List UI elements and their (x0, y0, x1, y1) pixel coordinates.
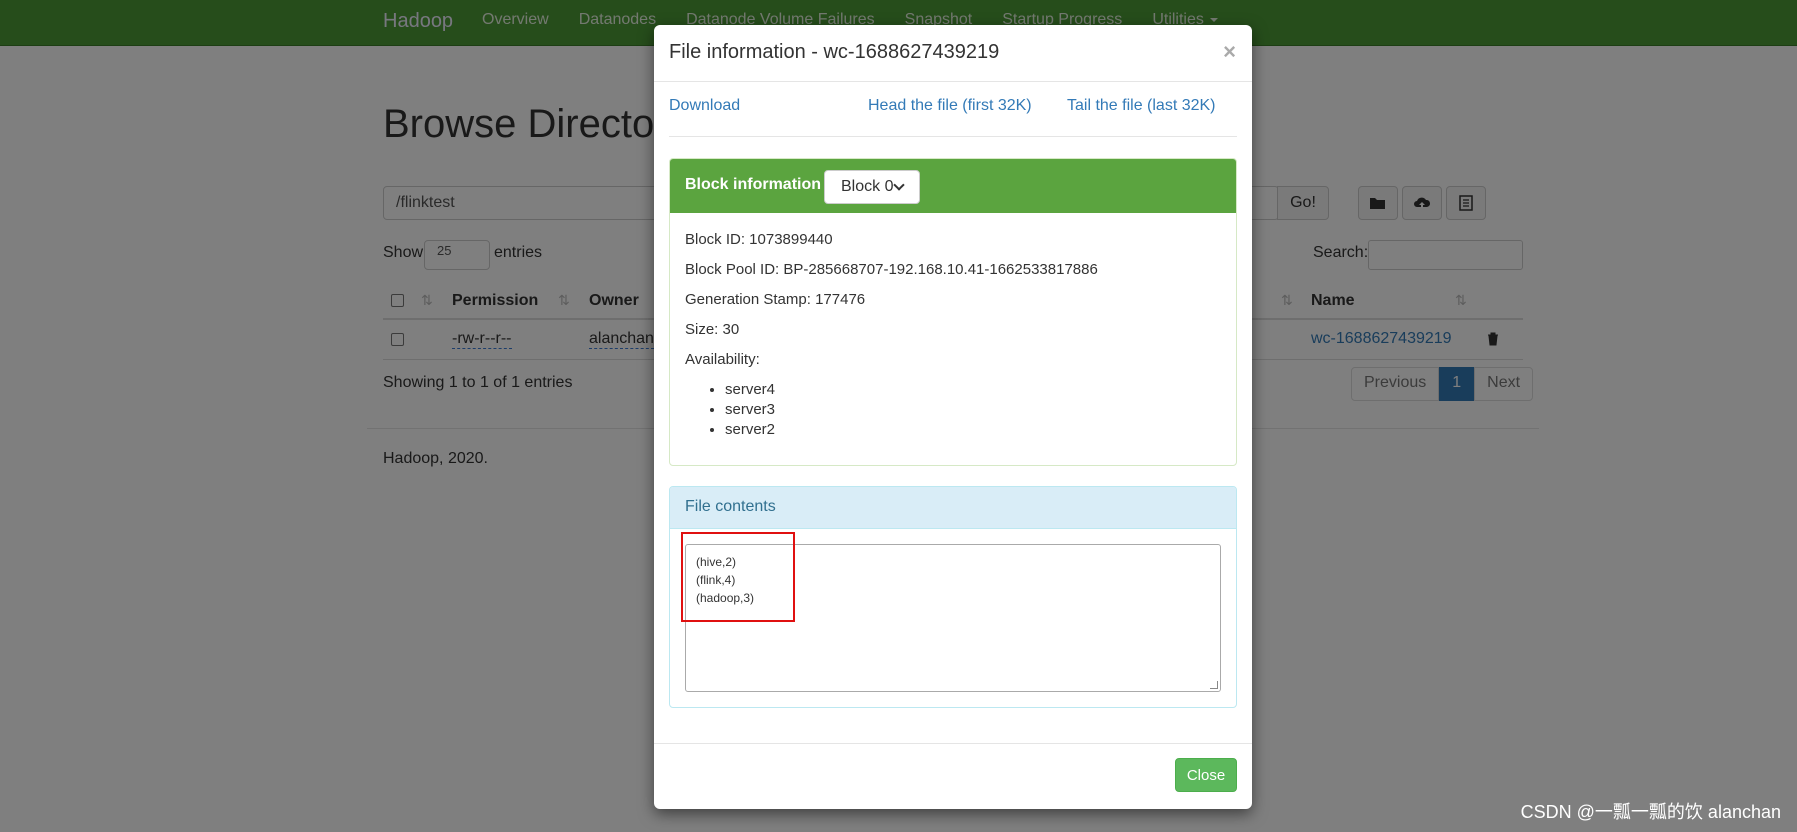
block-size: Size: 30 (685, 321, 740, 338)
availability-label: Availability: (685, 351, 760, 368)
file-contents-title: File contents (685, 498, 776, 515)
file-information-modal: File information - wc-1688627439219 × Do… (654, 25, 1252, 809)
list-item: server4 (725, 380, 775, 400)
resize-handle[interactable] (1210, 681, 1218, 689)
list-item: server2 (725, 420, 775, 440)
red-highlight-annotation (681, 532, 795, 622)
block-panel-header: Block information -- Block 0 (670, 159, 1236, 213)
generation-stamp: Generation Stamp: 177476 (685, 291, 866, 308)
tail-file-link[interactable]: Tail the file (last 32K) (1067, 97, 1216, 115)
download-link[interactable]: Download (669, 97, 740, 115)
chevron-down-icon (893, 179, 905, 191)
file-actions: Download Head the file (first 32K) Tail … (669, 97, 1237, 137)
list-item: server3 (725, 400, 775, 420)
modal-header: File information - wc-1688627439219 × (654, 25, 1252, 82)
watermark: CSDN @一瓢一瓢的饮 alanchan (1520, 802, 1781, 822)
availability-list: server4 server3 server2 (710, 380, 775, 440)
block-id: Block ID: 1073899440 (685, 231, 833, 248)
modal-footer: Close (654, 743, 1252, 809)
block-select[interactable]: Block 0 (824, 170, 920, 204)
block-panel-title: Block information -- (685, 176, 837, 193)
block-select-value: Block 0 (841, 178, 894, 195)
file-contents-header: File contents (670, 487, 1236, 529)
close-button[interactable]: Close (1175, 758, 1237, 792)
block-information-panel: Block information -- Block 0 Block ID: 1… (669, 158, 1237, 466)
block-pool-id: Block Pool ID: BP-285668707-192.168.10.4… (685, 261, 1098, 278)
modal-title: File information - wc-1688627439219 (669, 41, 1000, 63)
close-icon[interactable]: × (1223, 39, 1236, 65)
head-file-link[interactable]: Head the file (first 32K) (868, 97, 1032, 115)
